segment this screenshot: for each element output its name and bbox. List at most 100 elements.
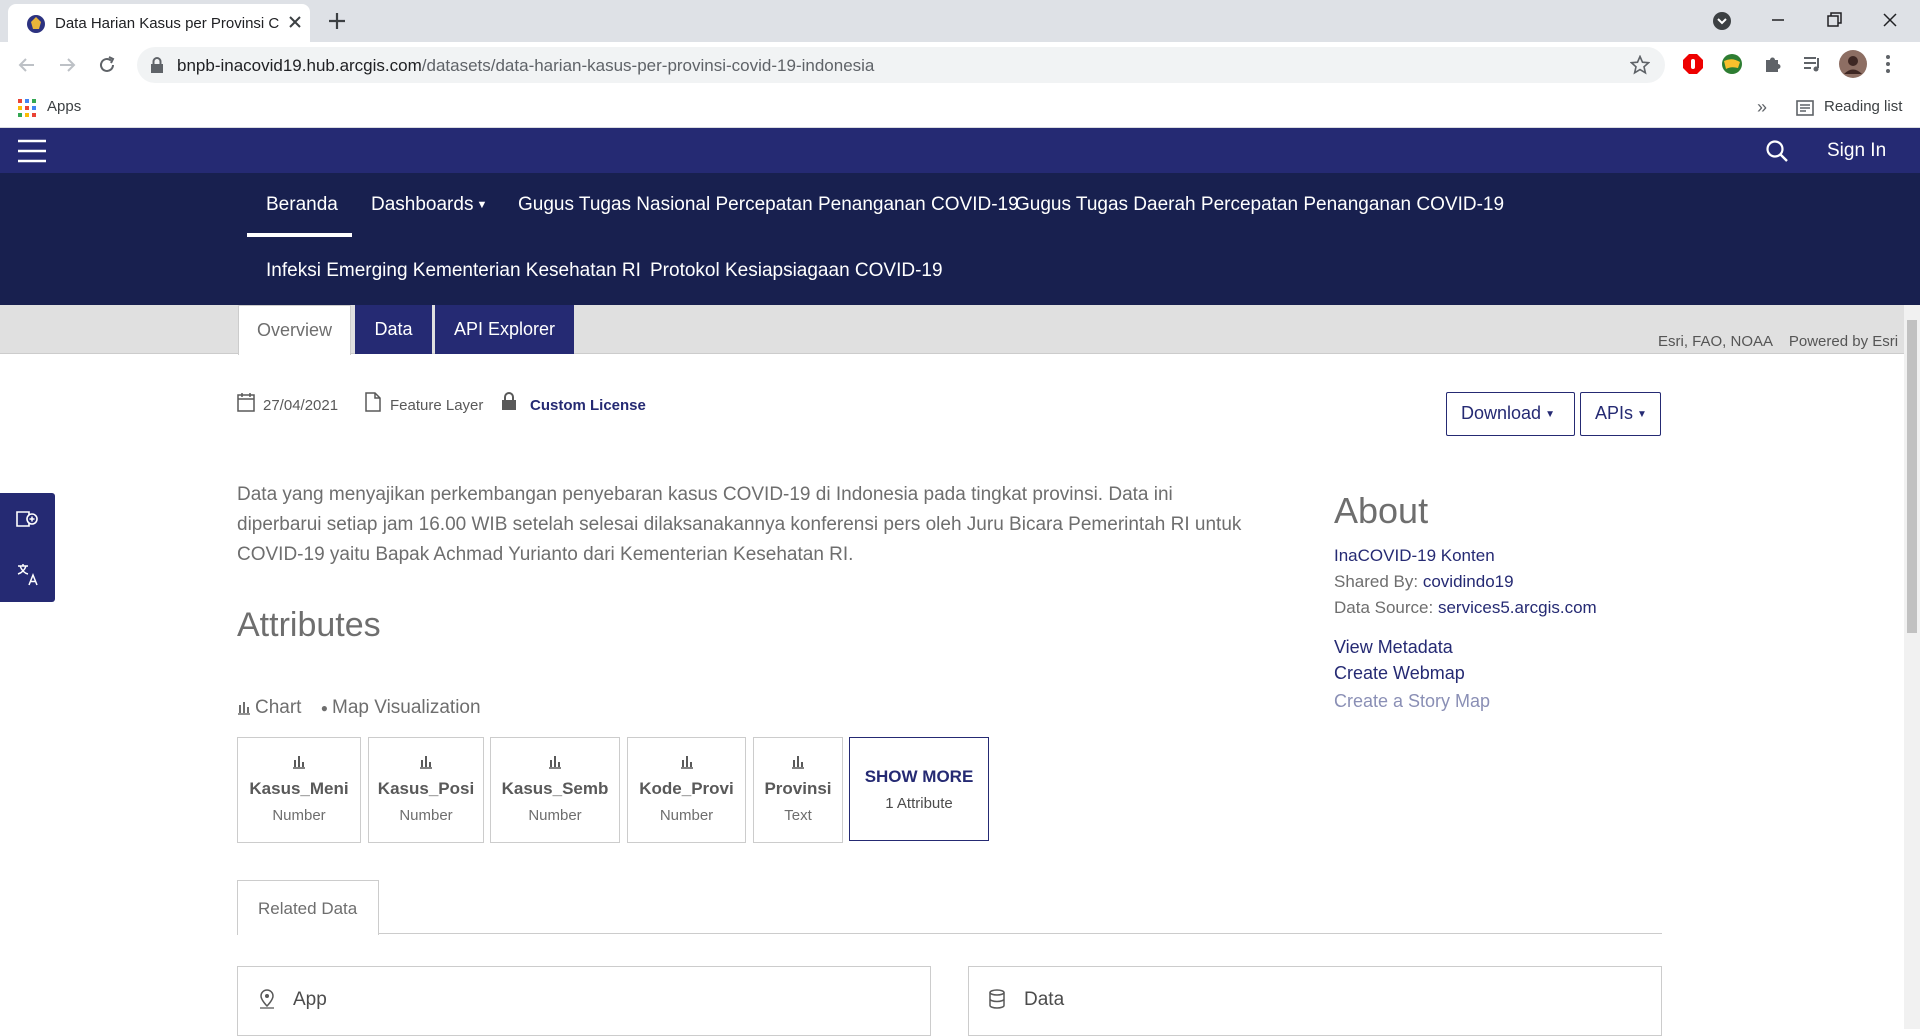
- attribute-type: Number: [659, 807, 714, 824]
- nav-infeksi-emerging[interactable]: Infeksi Emerging Kementerian Kesehatan R…: [266, 260, 641, 282]
- view-metadata-link[interactable]: View Metadata: [1334, 637, 1453, 658]
- view-chart-option[interactable]: Chart: [237, 697, 301, 718]
- close-window-icon[interactable]: [1878, 8, 1902, 32]
- apps-bookmark[interactable]: Apps: [47, 98, 81, 115]
- shared-by-link[interactable]: covidindo19: [1423, 572, 1514, 591]
- caret-down-icon: ▼: [476, 198, 488, 211]
- apis-button[interactable]: APIs ▼: [1580, 392, 1661, 436]
- address-bar[interactable]: bnpb-inacovid19.hub.arcgis.com/datasets/…: [137, 47, 1665, 83]
- bar-chart-icon: [237, 701, 251, 715]
- profile-avatar[interactable]: [1839, 50, 1867, 78]
- attribute-card[interactable]: Kasus_Meni Number: [237, 737, 361, 843]
- attribute-type: Text: [784, 807, 812, 824]
- download-button[interactable]: Download ▼: [1446, 392, 1575, 436]
- nav-gugus-nasional[interactable]: Gugus Tugas Nasional Percepatan Penangan…: [518, 194, 1019, 216]
- attributes-heading: Attributes: [237, 606, 381, 644]
- attribute-card[interactable]: Kasus_Posi Number: [368, 737, 484, 843]
- minimize-icon[interactable]: [1766, 8, 1790, 32]
- reading-list-icon[interactable]: [1796, 100, 1814, 116]
- database-icon: [989, 989, 1005, 1009]
- create-webmap-link[interactable]: Create Webmap: [1334, 663, 1465, 684]
- site-topbar: Sign In: [0, 128, 1920, 173]
- attribute-name: Kode_Provi: [639, 779, 734, 798]
- translate-icon[interactable]: [15, 561, 41, 587]
- lock-icon: [150, 57, 164, 73]
- media-queue-icon[interactable]: [1801, 53, 1823, 75]
- site-favicon-icon: [26, 14, 46, 34]
- nav-beranda[interactable]: Beranda: [266, 194, 338, 216]
- reload-icon[interactable]: [96, 54, 118, 76]
- attribute-type: Number: [528, 807, 582, 824]
- search-icon[interactable]: [1765, 139, 1789, 163]
- scrollbar-thumb[interactable]: [1907, 320, 1917, 633]
- show-more-count: 1 Attribute: [885, 795, 953, 812]
- browser-menu-icon[interactable]: [1884, 53, 1892, 75]
- browser-tabstrip: Data Harian Kasus per Provinsi C: [0, 0, 1920, 42]
- attribute-name: Kasus_Meni: [249, 779, 349, 798]
- view-map-option[interactable]: ● Map Visualization: [321, 697, 481, 718]
- caret-down-icon: ▼: [1545, 408, 1555, 420]
- updated-date: 27/04/2021: [263, 397, 339, 414]
- nav-protokol[interactable]: Protokol Kesiapsiagaan COVID-19: [650, 260, 943, 282]
- hamburger-menu-icon[interactable]: [17, 139, 47, 163]
- dot-icon: ●: [320, 700, 328, 715]
- attribute-name: Kasus_Posi: [377, 779, 475, 798]
- map-attribution: Esri, FAO, NOAA Powered by Esri: [1658, 333, 1899, 350]
- back-icon[interactable]: [16, 54, 38, 76]
- bar-chart-icon: [791, 755, 805, 769]
- forward-icon[interactable]: [56, 54, 78, 76]
- close-tab-icon[interactable]: [286, 13, 304, 31]
- bar-chart-icon: [680, 755, 694, 769]
- create-story-map-link[interactable]: Create a Story Map: [1334, 691, 1490, 712]
- related-app-title: App: [293, 989, 327, 1010]
- page-scrollbar[interactable]: [1904, 305, 1920, 1029]
- attribute-card[interactable]: Kode_Provi Number: [627, 737, 746, 843]
- apps-grid-icon[interactable]: [18, 99, 36, 117]
- restore-icon[interactable]: [1822, 8, 1846, 32]
- nav-dashboards[interactable]: Dashboards ▼: [371, 194, 487, 216]
- attribute-name: Kasus_Semb: [501, 779, 609, 798]
- attribute-card[interactable]: Kasus_Semb Number: [490, 737, 620, 843]
- related-data-panel: Data: [968, 966, 1662, 1036]
- license-link[interactable]: Custom License: [530, 397, 646, 414]
- tab-overview[interactable]: Overview: [238, 305, 351, 355]
- bookmark-star-icon[interactable]: [1630, 55, 1650, 75]
- attribute-card[interactable]: Provinsi Text: [753, 737, 843, 843]
- magnifier-reader-icon[interactable]: [15, 508, 41, 532]
- reading-list-label[interactable]: Reading list: [1824, 98, 1902, 115]
- document-icon: [365, 392, 381, 412]
- site-navigation: Beranda Dashboards ▼ Gugus Tugas Nasional…: [0, 173, 1920, 305]
- new-tab-icon[interactable]: [326, 10, 348, 32]
- more-bookmarks-chevron-icon[interactable]: »: [1757, 97, 1767, 118]
- browser-toolbar: bnpb-inacovid19.hub.arcgis.com/datasets/…: [0, 42, 1920, 88]
- nav-gugus-daerah[interactable]: Gugus Tugas Daerah Percepatan Penanganan…: [1015, 194, 1504, 216]
- tab-api-explorer[interactable]: API Explorer: [435, 305, 574, 354]
- attribute-type: Number: [399, 807, 453, 824]
- tab-search-icon[interactable]: [1712, 11, 1732, 31]
- related-divider: [379, 933, 1662, 934]
- bookmarks-bar: Apps » Reading list: [0, 88, 1920, 128]
- related-app-panel: App: [237, 966, 931, 1036]
- owner-link[interactable]: InaCOVID-19 Konten: [1334, 546, 1495, 566]
- caret-down-icon: ▼: [1637, 408, 1647, 420]
- active-nav-indicator: [247, 233, 352, 237]
- calendar-icon: [237, 392, 255, 412]
- dataset-tabs-bar: Overview Data API Explorer Esri, FAO, NO…: [0, 305, 1904, 355]
- globe-extension-icon[interactable]: [1721, 53, 1743, 75]
- data-source-link[interactable]: services5.arcgis.com: [1438, 598, 1597, 617]
- browser-tab[interactable]: Data Harian Kasus per Provinsi C: [8, 4, 310, 42]
- about-heading: About: [1334, 490, 1429, 531]
- shared-by: Shared By: covidindo19: [1334, 572, 1514, 591]
- bar-chart-icon: [548, 755, 562, 769]
- sign-in-link[interactable]: Sign In: [1827, 140, 1886, 162]
- related-data-tab[interactable]: Related Data: [237, 880, 379, 935]
- bar-chart-icon: [292, 755, 306, 769]
- attribute-view-toggle: Chart ● Map Visualization: [237, 697, 481, 719]
- url-text: bnpb-inacovid19.hub.arcgis.com/datasets/…: [177, 56, 875, 75]
- tab-data[interactable]: Data: [355, 305, 432, 354]
- extensions-puzzle-icon[interactable]: [1762, 53, 1784, 75]
- attribute-name: Provinsi: [764, 779, 832, 798]
- bar-chart-icon: [419, 755, 433, 769]
- adblock-extension-icon[interactable]: [1682, 53, 1704, 75]
- show-more-attributes-button[interactable]: SHOW MORE 1 Attribute: [849, 737, 989, 841]
